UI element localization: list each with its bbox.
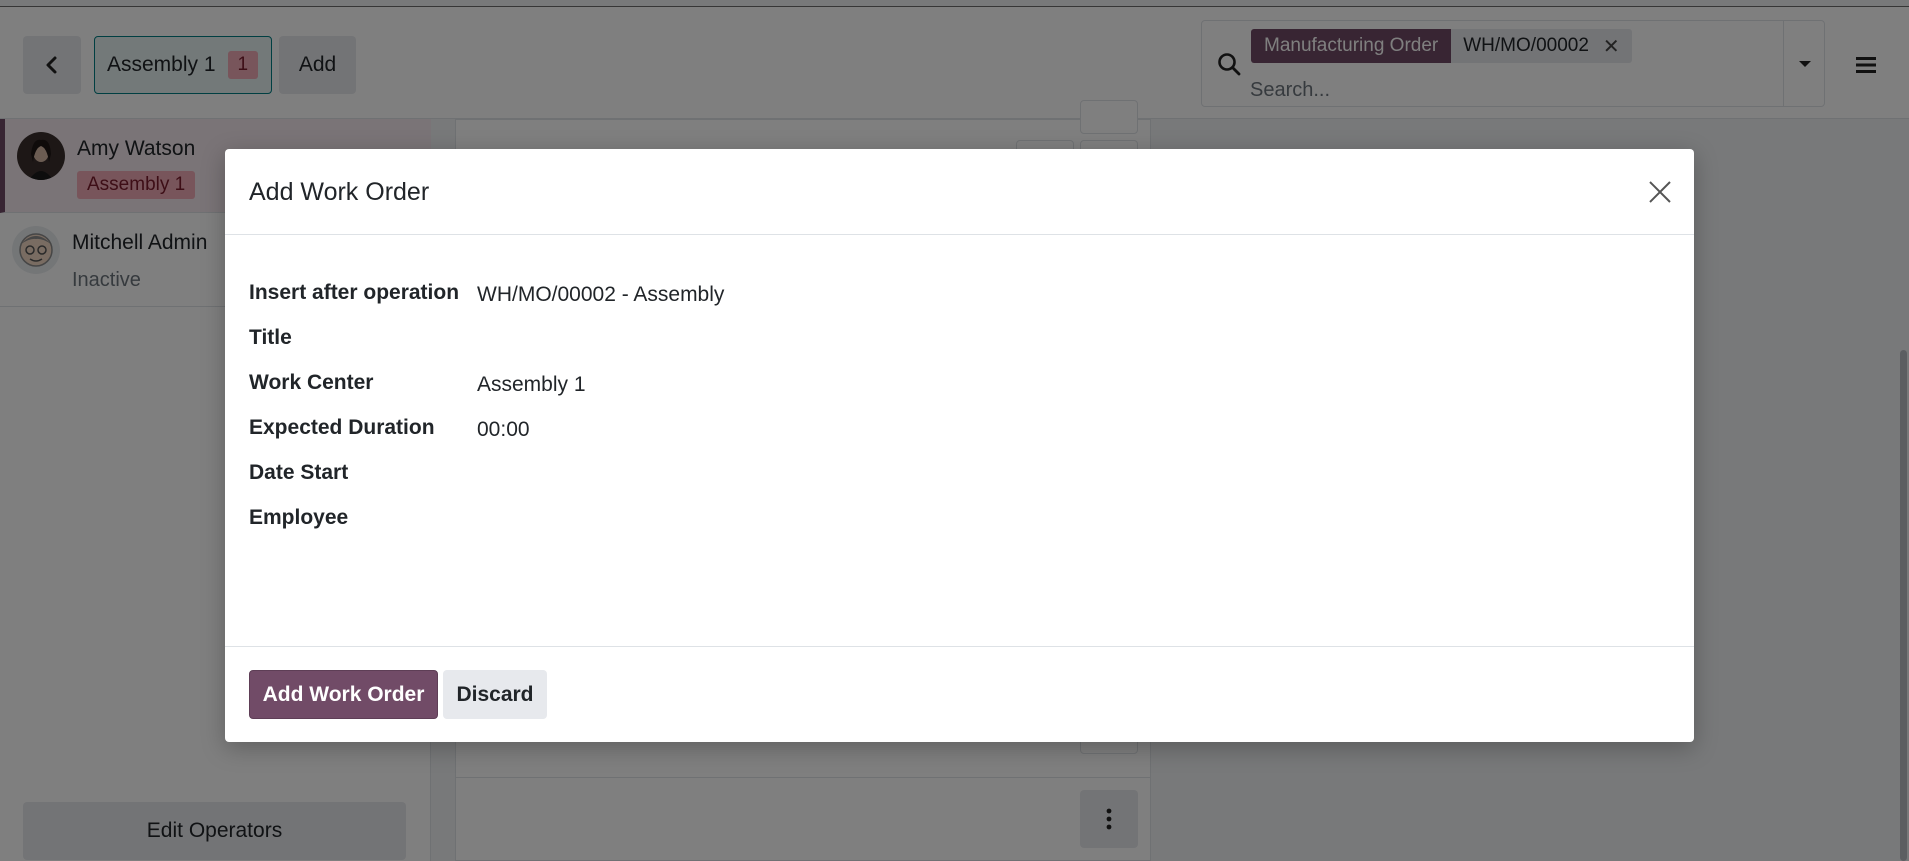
field-label: Employee (249, 506, 349, 529)
field-insert-after: Insert after operation WH/MO/00002 - Ass… (249, 275, 1669, 315)
field-label: Insert after operation (249, 281, 460, 304)
add-work-order-dialog: Add Work Order Insert after operation WH… (225, 149, 1694, 742)
field-label: Work Center (249, 371, 374, 394)
field-expected-duration: Expected Duration 00:00 (249, 410, 1669, 450)
expected-duration-field[interactable]: 00:00 (477, 418, 530, 442)
field-employee: Employee (249, 500, 1669, 540)
field-date-start: Date Start (249, 455, 1669, 495)
field-work-center: Work Center Assembly 1 (249, 365, 1669, 405)
field-label: Expected Duration (249, 416, 435, 439)
dialog-title: Add Work Order (249, 178, 430, 206)
add-work-order-button[interactable]: Add Work Order (249, 670, 438, 719)
dialog-body: Insert after operation WH/MO/00002 - Ass… (225, 235, 1694, 646)
field-title: Title (249, 320, 1669, 360)
insert-after-field[interactable]: WH/MO/00002 - Assembly (477, 283, 724, 307)
work-center-field[interactable]: Assembly 1 (477, 373, 586, 397)
field-label: Title (249, 326, 292, 349)
discard-button[interactable]: Discard (443, 670, 547, 719)
close-icon (1649, 181, 1671, 203)
dialog-header: Add Work Order (225, 149, 1694, 235)
close-dialog-button[interactable] (1645, 177, 1675, 207)
field-label: Date Start (249, 461, 349, 484)
dialog-footer: Add Work Order Discard (225, 646, 1694, 742)
